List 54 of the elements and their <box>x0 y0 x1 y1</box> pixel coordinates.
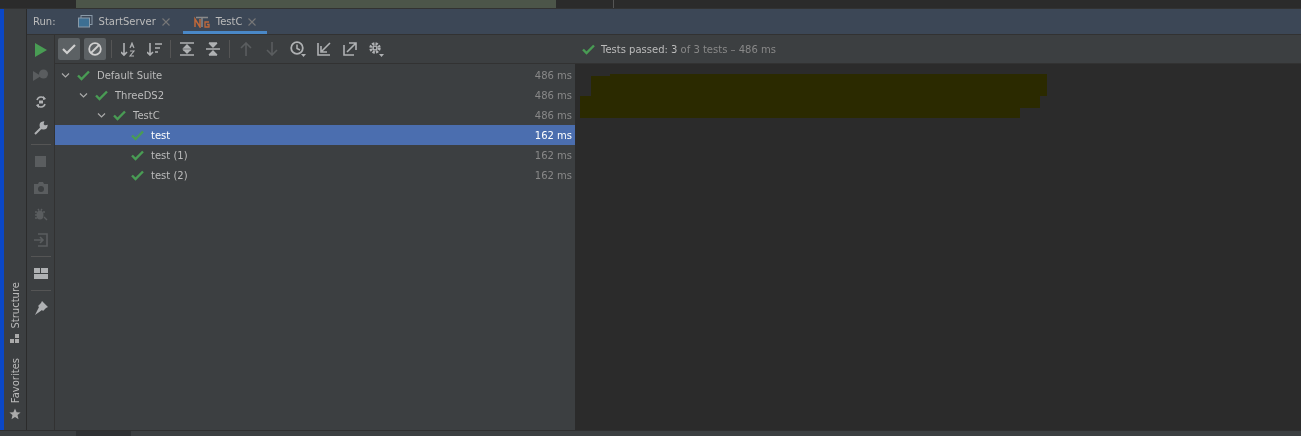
settings-icon[interactable] <box>368 41 384 57</box>
test-duration: 162 ms <box>534 149 572 161</box>
chevron-icon[interactable] <box>61 70 70 80</box>
tree-row[interactable]: ThreeDS2 486 ms <box>55 85 575 105</box>
test-duration: 162 ms <box>534 169 572 181</box>
status-text: Tests passed: 3 of 3 tests – 486 ms <box>601 43 776 55</box>
check-icon <box>131 169 144 181</box>
test-name: test <box>151 129 171 141</box>
test-name: test (2) <box>151 169 188 181</box>
check-icon <box>131 129 144 141</box>
test-name: TestC <box>133 109 160 121</box>
test-duration: 486 ms <box>534 69 572 81</box>
check-icon <box>131 149 144 161</box>
show-passed-toggle[interactable] <box>58 38 80 60</box>
chevron-icon[interactable] <box>97 110 106 120</box>
prohibited-icon <box>88 42 102 56</box>
testng-icon <box>193 15 210 28</box>
sort-by-duration-icon[interactable] <box>146 42 162 56</box>
export-icon[interactable] <box>343 42 357 56</box>
tree-row[interactable]: TestC 486 ms <box>55 105 575 125</box>
layout-icon[interactable] <box>33 268 48 279</box>
check-icon <box>95 89 108 101</box>
tree-row[interactable]: test (1) 162 ms <box>55 145 575 165</box>
tree-row[interactable]: test (2) 162 ms <box>55 165 575 185</box>
refresh-icon[interactable] <box>33 94 48 109</box>
show-ignored-toggle[interactable] <box>84 38 106 60</box>
side-tab[interactable]: Favorites <box>9 357 21 403</box>
chevron-icon[interactable] <box>79 90 88 100</box>
pin-icon[interactable] <box>33 300 48 315</box>
tree-row[interactable]: test 162 ms <box>55 125 575 145</box>
run-tab[interactable]: StartServer <box>66 9 181 34</box>
test-name: Default Suite <box>97 69 163 81</box>
structure-icon <box>10 333 20 344</box>
test-name: ThreeDS2 <box>115 89 165 101</box>
star-icon <box>9 408 21 420</box>
check-icon <box>77 69 90 81</box>
wrench-icon[interactable] <box>33 120 48 135</box>
run-icon[interactable] <box>34 42 47 57</box>
check-icon <box>113 109 126 121</box>
expand-all-icon[interactable] <box>180 42 194 56</box>
check-icon <box>62 43 76 55</box>
test-duration: 162 ms <box>534 129 572 141</box>
import-icon[interactable] <box>317 42 331 56</box>
run-label: Run: <box>32 16 57 27</box>
test-name: test (1) <box>151 149 188 161</box>
collapse-all-icon[interactable] <box>206 42 220 56</box>
tree-row[interactable]: Default Suite 486 ms <box>55 65 575 85</box>
test-duration: 486 ms <box>534 89 572 101</box>
side-tab[interactable]: Structure <box>9 282 21 329</box>
sort-alphabetically-icon[interactable] <box>120 41 136 57</box>
check-icon <box>582 43 595 55</box>
test-duration: 486 ms <box>534 109 572 121</box>
window-icon <box>77 15 93 28</box>
clock-icon[interactable] <box>290 41 306 57</box>
